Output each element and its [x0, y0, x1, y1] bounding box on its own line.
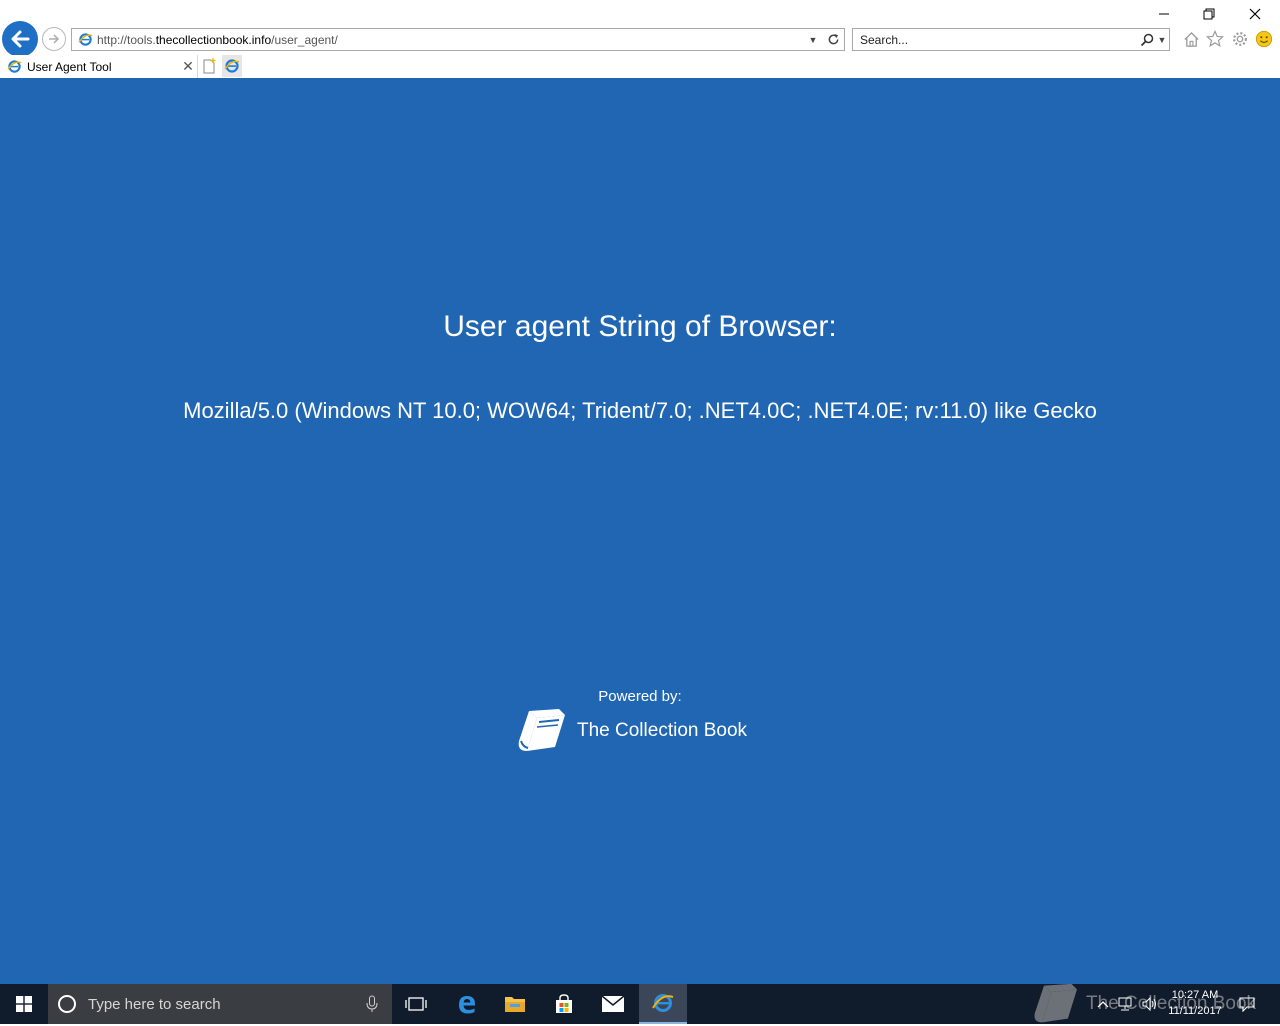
browser-chrome: http://tools.thecollectionbook.info/user…	[0, 0, 1280, 78]
smiley-feedback-icon[interactable]	[1254, 29, 1274, 49]
powered-by-label: Powered by:	[598, 688, 682, 705]
address-dropdown-icon[interactable]: ▼	[804, 35, 822, 45]
minimize-icon	[1159, 13, 1169, 15]
url-text[interactable]: http://tools.thecollectionbook.info/user…	[97, 33, 804, 47]
new-tab-button[interactable]	[200, 55, 220, 77]
quick-tabs-button[interactable]	[222, 55, 242, 77]
task-view-button[interactable]	[392, 984, 440, 1024]
file-explorer-app[interactable]	[491, 984, 539, 1024]
tab-strip: User Agent Tool ✕	[0, 55, 1280, 78]
tab-user-agent-tool[interactable]: User Agent Tool ✕	[0, 55, 198, 78]
forward-icon	[49, 34, 60, 44]
user-agent-string: Mozilla/5.0 (Windows NT 10.0; WOW64; Tri…	[183, 398, 1097, 423]
tab-close-icon[interactable]: ✕	[179, 58, 197, 75]
back-button[interactable]	[2, 21, 38, 57]
mail-app[interactable]	[589, 984, 637, 1024]
search-box[interactable]: Search... ▼	[852, 28, 1170, 51]
ie-favicon-icon	[6, 59, 22, 75]
page-heading: User agent String of Browser:	[443, 310, 837, 343]
page-content: User agent String of Browser: Mozilla/5.…	[0, 78, 1280, 984]
brand-name[interactable]: The Collection Book	[577, 720, 747, 742]
start-button[interactable]	[0, 984, 48, 1024]
brand-link[interactable]: The Collection Book	[514, 706, 747, 756]
search-icon[interactable]	[1139, 33, 1155, 47]
back-icon	[11, 30, 30, 48]
close-icon	[1249, 8, 1261, 20]
file-explorer-icon	[505, 997, 525, 1012]
internet-explorer-icon	[224, 59, 240, 73]
taskbar-search-input[interactable]: Type here to search	[88, 996, 360, 1013]
store-icon	[556, 994, 572, 1013]
forward-button[interactable]	[42, 27, 66, 51]
book-logo-icon	[1034, 983, 1077, 1023]
taskbar-search[interactable]: Type here to search	[48, 984, 392, 1024]
edge-icon	[459, 996, 475, 1014]
clock-time: 10:27 AM	[1171, 989, 1219, 1001]
windows-start-icon	[16, 996, 32, 1012]
internet-explorer-icon	[652, 994, 674, 1012]
book-logo-icon	[514, 706, 568, 756]
address-bar[interactable]: http://tools.thecollectionbook.info/user…	[71, 28, 845, 51]
new-tab-icon	[203, 58, 216, 74]
favorites-star-icon[interactable]	[1205, 29, 1225, 49]
edge-app[interactable]	[443, 984, 491, 1024]
close-window-button[interactable]	[1232, 0, 1278, 28]
mail-icon	[601, 995, 625, 1012]
tab-title: User Agent Tool	[27, 59, 112, 74]
taskbar: Type here to search The Collection Book	[0, 983, 1280, 1024]
refresh-icon[interactable]	[822, 33, 844, 46]
chevron-up-icon[interactable]	[1093, 984, 1113, 1024]
notifications-icon[interactable]	[1236, 984, 1258, 1024]
search-dropdown-icon[interactable]: ▼	[1155, 35, 1169, 45]
restore-icon	[1203, 8, 1215, 20]
search-input[interactable]: Search...	[853, 33, 1139, 47]
clock-date: 11/11/2017	[1168, 1005, 1222, 1017]
ie-favicon-icon	[77, 32, 93, 48]
system-clock[interactable]: 10:27 AM 11/11/2017	[1160, 987, 1230, 1019]
cortana-icon	[57, 994, 77, 1014]
minimize-button[interactable]	[1141, 0, 1187, 28]
task-view-icon	[405, 997, 427, 1011]
restore-button[interactable]	[1186, 0, 1232, 28]
store-app[interactable]	[540, 984, 588, 1024]
network-icon[interactable]	[1116, 984, 1136, 1024]
volume-icon[interactable]	[1140, 984, 1160, 1024]
gear-icon[interactable]	[1230, 29, 1250, 49]
mic-icon[interactable]	[360, 995, 384, 1013]
internet-explorer-app[interactable]	[639, 984, 687, 1024]
home-icon[interactable]	[1181, 29, 1201, 49]
